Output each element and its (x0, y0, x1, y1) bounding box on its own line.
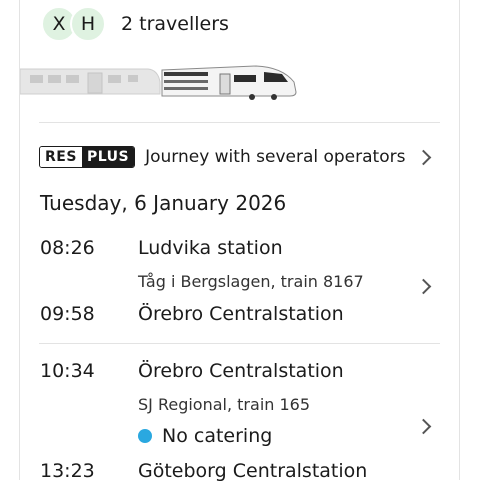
divider (39, 122, 440, 123)
arrival-station: Örebro Centralstation (138, 303, 344, 325)
catering-dot-icon (138, 429, 152, 443)
arrival-station: Göteborg Centralstation (138, 460, 368, 482)
journey-date: Tuesday, 6 January 2026 (40, 191, 287, 215)
operators-label: Journey with several operators (145, 147, 406, 167)
resplus-badge: RES PLUS (39, 146, 136, 168)
departure-station: Örebro Centralstation (138, 360, 344, 382)
catering-status: No catering (138, 425, 272, 447)
resplus-badge-plus: PLUS (81, 147, 135, 167)
arrival-time: 13:23 (40, 460, 95, 482)
train-illustration (20, 65, 297, 100)
travellers-count: 2 travellers (121, 13, 229, 35)
train-info: SJ Regional, train 165 (138, 395, 311, 414)
card-border-right (459, 0, 460, 480)
train-info: Tåg i Bergslagen, train 8167 (138, 272, 364, 291)
divider (39, 343, 440, 344)
avatar: H (70, 6, 106, 42)
arrival-time: 09:58 (40, 303, 95, 325)
departure-time: 08:26 (40, 237, 95, 259)
catering-label: No catering (162, 425, 273, 447)
departure-time: 10:34 (40, 360, 95, 382)
departure-station: Ludvika station (138, 237, 283, 259)
resplus-badge-res: RES (40, 147, 82, 167)
journey-operators-row[interactable]: RES PLUS Journey with several operators (39, 138, 439, 176)
travellers-row: X H 2 travellers (41, 6, 229, 42)
